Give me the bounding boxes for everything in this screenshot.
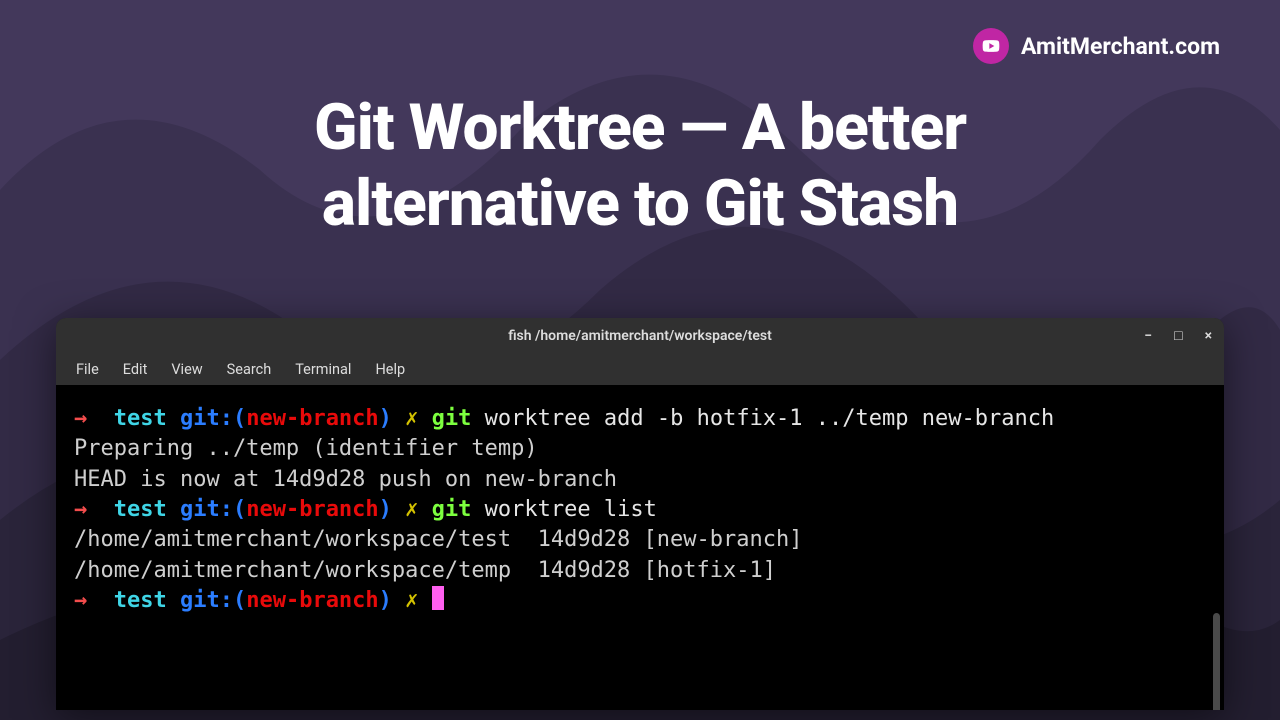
- window-controls: − □ ×: [1144, 318, 1212, 354]
- prompt-arrow-icon: →: [74, 497, 87, 522]
- minimize-button[interactable]: −: [1144, 329, 1152, 343]
- watermark-text: AmitMerchant.com: [1021, 33, 1220, 60]
- window-title: fish /home/amitmerchant/workspace/test: [508, 328, 772, 344]
- headline: Git Worktree — A betteralternative to Gi…: [0, 90, 1280, 241]
- prompt-git-close: ): [379, 497, 392, 522]
- cmd-bin: git: [432, 497, 472, 522]
- output-line: /home/amitmerchant/workspace/test 14d9d2…: [74, 527, 802, 552]
- prompt-dirty-icon: ✗: [405, 588, 418, 613]
- prompt-dir: test: [114, 497, 167, 522]
- prompt-git-label: git:(: [180, 497, 246, 522]
- output-line: /home/amitmerchant/workspace/temp 14d9d2…: [74, 558, 776, 583]
- menu-file[interactable]: File: [66, 357, 109, 382]
- cmd-bin: git: [432, 406, 472, 431]
- titlebar: fish /home/amitmerchant/workspace/test −…: [56, 318, 1224, 354]
- menu-view[interactable]: View: [161, 357, 212, 382]
- prompt-dirty-icon: ✗: [405, 406, 418, 431]
- prompt-git-label: git:(: [180, 406, 246, 431]
- prompt-arrow-icon: →: [74, 406, 87, 431]
- prompt-dir: test: [114, 406, 167, 431]
- prompt-git-close: ): [379, 588, 392, 613]
- menu-terminal[interactable]: Terminal: [285, 357, 361, 382]
- menu-edit[interactable]: Edit: [113, 357, 158, 382]
- prompt-dirty-icon: ✗: [405, 497, 418, 522]
- menu-help[interactable]: Help: [365, 357, 415, 382]
- prompt-arrow-icon: →: [74, 588, 87, 613]
- prompt-branch: new-branch: [246, 406, 378, 431]
- watermark: AmitMerchant.com: [973, 28, 1220, 64]
- prompt-dir: test: [114, 588, 167, 613]
- menubar: File Edit View Search Terminal Help: [56, 354, 1224, 386]
- maximize-button[interactable]: □: [1174, 329, 1182, 343]
- output-line: HEAD is now at 14d9d28 push on new-branc…: [74, 467, 617, 492]
- menu-search[interactable]: Search: [217, 357, 282, 382]
- close-button[interactable]: ×: [1205, 329, 1212, 343]
- output-line: Preparing ../temp (identifier temp): [74, 436, 538, 461]
- prompt-branch: new-branch: [246, 497, 378, 522]
- prompt-git-close: ): [379, 406, 392, 431]
- scrollbar[interactable]: [1213, 613, 1220, 710]
- cmd-rest: worktree add -b hotfix-1 ../temp new-bra…: [471, 406, 1054, 431]
- youtube-icon: [973, 28, 1009, 64]
- cmd-rest: worktree list: [471, 497, 656, 522]
- terminal-body[interactable]: → test git:(new-branch) ✗ git worktree a…: [56, 386, 1224, 710]
- prompt-branch: new-branch: [246, 588, 378, 613]
- prompt-git-label: git:(: [180, 588, 246, 613]
- cursor: [432, 586, 444, 610]
- terminal-window: fish /home/amitmerchant/workspace/test −…: [56, 318, 1224, 710]
